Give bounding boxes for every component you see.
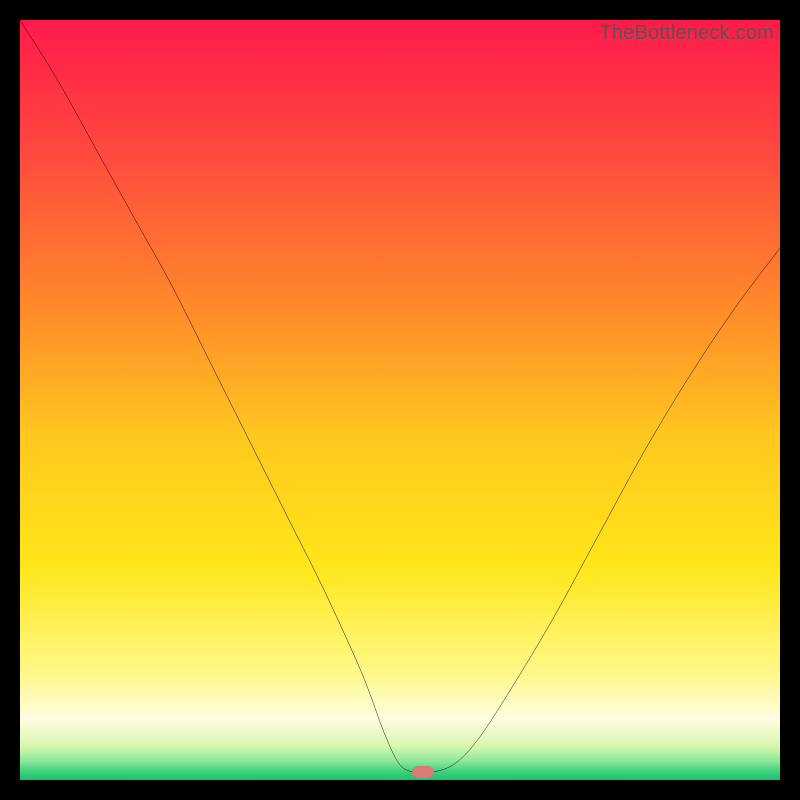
bottleneck-curve	[20, 20, 780, 780]
optimal-marker	[412, 766, 434, 778]
watermark-label: TheBottleneck.com	[599, 22, 774, 45]
chart-frame: TheBottleneck.com	[0, 0, 800, 800]
plot-area: TheBottleneck.com	[20, 20, 780, 780]
